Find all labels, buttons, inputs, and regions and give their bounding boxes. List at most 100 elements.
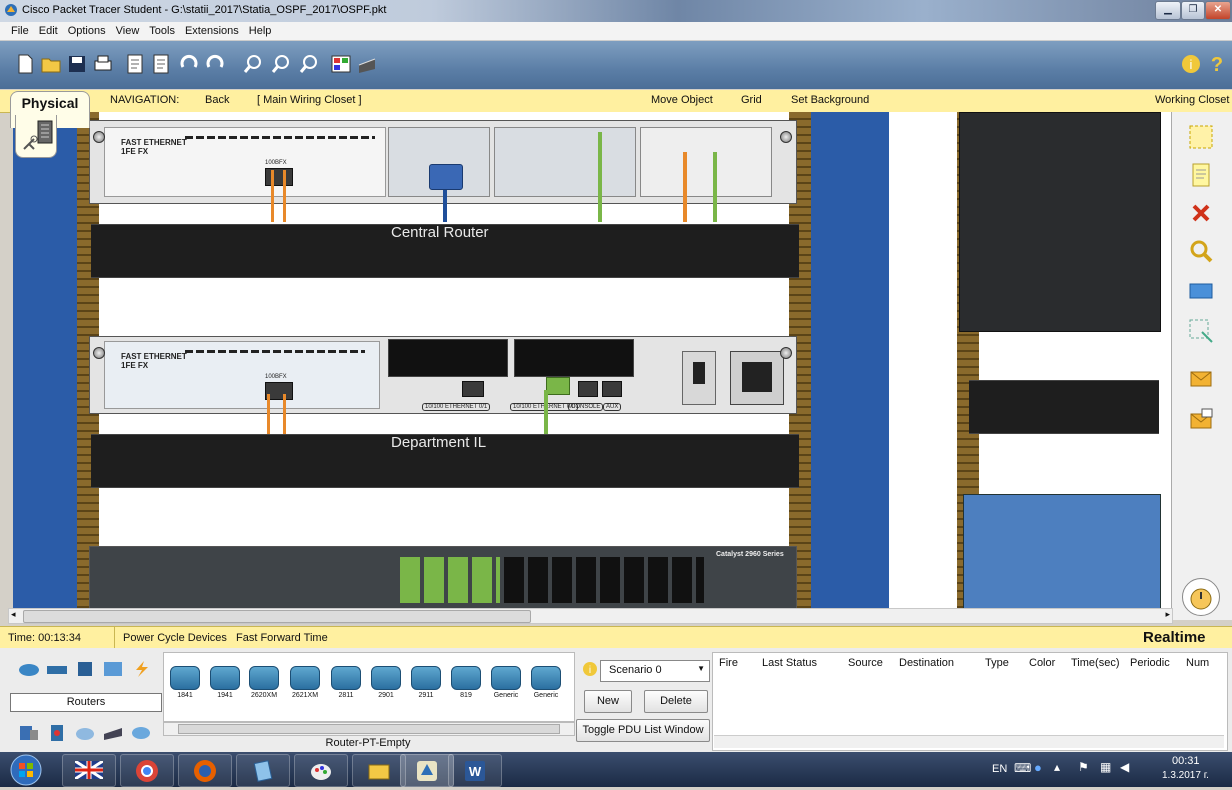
minimize-button[interactable]: ▁ xyxy=(1155,1,1181,20)
custom-devices-category-icon[interactable] xyxy=(102,724,124,742)
activity-wizard-2-icon[interactable] xyxy=(150,53,172,75)
delete-scenario-button[interactable]: Delete xyxy=(644,690,708,713)
taskbar-documents[interactable] xyxy=(236,754,290,787)
routers-category-icon[interactable] xyxy=(18,660,40,678)
menu-view[interactable]: View xyxy=(111,22,145,40)
working-closet-button[interactable]: Working Closet xyxy=(1155,94,1229,106)
language-indicator[interactable]: EN xyxy=(992,763,1007,775)
model-1941[interactable]: 1941 xyxy=(210,666,240,706)
model-list-scrollbar[interactable] xyxy=(163,722,575,736)
draw-shape-icon[interactable] xyxy=(1188,278,1214,304)
end-devices-category-icon[interactable] xyxy=(18,724,40,742)
zoom-in-icon[interactable] xyxy=(242,53,264,75)
print-icon[interactable] xyxy=(92,53,114,75)
power-cycle-button[interactable]: Power Cycle Devices xyxy=(123,632,227,644)
location-breadcrumb[interactable]: [ Main Wiring Closet ] xyxy=(257,94,362,106)
simulation-mode-button[interactable] xyxy=(1182,578,1220,616)
note-icon[interactable] xyxy=(1188,162,1214,188)
column-source[interactable]: Source xyxy=(848,657,883,669)
model-1841[interactable]: 1841 xyxy=(170,666,200,706)
taskbar-word[interactable]: W xyxy=(448,754,502,787)
column-destination[interactable]: Destination xyxy=(899,657,954,669)
rack-navigation-button[interactable] xyxy=(15,115,57,158)
zoom-reset-icon[interactable] xyxy=(270,53,292,75)
realtime-mode-label[interactable]: Realtime xyxy=(1143,629,1206,646)
back-link[interactable]: Back xyxy=(205,94,229,106)
toggle-pdu-list-button[interactable]: Toggle PDU List Window xyxy=(576,719,710,742)
fiber-port[interactable] xyxy=(265,168,293,186)
scroll-left-icon[interactable]: ◂ xyxy=(11,609,16,620)
redo-icon[interactable] xyxy=(204,53,226,75)
taskbar-file-explorer[interactable] xyxy=(352,754,406,787)
physical-workspace[interactable]: FAST ETHERNET 1FE FX 100BFX Central Rout… xyxy=(13,112,1171,608)
aux-port[interactable] xyxy=(602,381,622,397)
activity-wizard-icon[interactable] xyxy=(124,53,146,75)
device-label-department-il[interactable]: Department IL xyxy=(391,434,486,451)
model-2901[interactable]: 2901 xyxy=(371,666,401,706)
scrollbar-thumb[interactable] xyxy=(23,610,531,623)
help-icon[interactable]: ? xyxy=(1206,53,1228,75)
menu-file[interactable]: File xyxy=(6,22,34,40)
open-folder-icon[interactable] xyxy=(40,53,62,75)
switches-category-icon[interactable] xyxy=(46,660,68,678)
action-center-icon[interactable]: ⚑ xyxy=(1078,760,1089,774)
new-scenario-button[interactable]: New xyxy=(584,690,632,713)
zoom-out-icon[interactable] xyxy=(298,53,320,75)
model-2911[interactable]: 2911 xyxy=(411,666,441,706)
model-2620xm[interactable]: 2620XM xyxy=(249,666,279,706)
department-il-chassis[interactable]: FAST ETHERNET 1FE FX 100BFX 10/100 ETHER… xyxy=(89,336,797,414)
wan-emulation-category-icon[interactable] xyxy=(74,724,96,742)
taskbar-paint[interactable] xyxy=(294,754,348,787)
server-device[interactable] xyxy=(959,112,1161,332)
menu-extensions[interactable]: Extensions xyxy=(180,22,244,40)
menu-tools[interactable]: Tools xyxy=(144,22,180,40)
resize-icon[interactable] xyxy=(1188,318,1214,344)
clock-time[interactable]: 00:31 xyxy=(1172,755,1200,767)
column-time[interactable]: Time(sec) xyxy=(1071,657,1119,669)
column-fire[interactable]: Fire xyxy=(719,657,738,669)
custom-device-icon[interactable] xyxy=(356,53,378,75)
keyboard-icon[interactable]: ⌨ xyxy=(1014,761,1031,775)
horizontal-scrollbar[interactable]: ◂ ▸ xyxy=(8,608,1173,624)
menu-help[interactable]: Help xyxy=(244,22,277,40)
info-icon[interactable]: i xyxy=(1180,53,1202,75)
column-color[interactable]: Color xyxy=(1029,657,1055,669)
maximize-button[interactable]: ❐ xyxy=(1181,1,1205,20)
clock-date[interactable]: 1.3.2017 г. xyxy=(1162,770,1209,781)
wireless-category-icon[interactable] xyxy=(102,660,124,678)
scenario-select[interactable]: Scenario 0 ▼ xyxy=(600,660,710,682)
add-simple-pdu-icon[interactable] xyxy=(1188,366,1214,392)
column-last-status[interactable]: Last Status xyxy=(762,657,817,669)
menu-edit[interactable]: Edit xyxy=(34,22,63,40)
hubs-category-icon[interactable] xyxy=(74,660,96,678)
grid-button[interactable]: Grid xyxy=(741,94,762,106)
fast-forward-button[interactable]: Fast Forward Time xyxy=(236,632,328,644)
model-generic-2[interactable]: Generic xyxy=(531,666,561,706)
column-num[interactable]: Num xyxy=(1186,657,1209,669)
security-category-icon[interactable] xyxy=(46,724,68,742)
drawing-palette-icon[interactable] xyxy=(330,53,352,75)
set-background-button[interactable]: Set Background xyxy=(791,94,869,106)
menu-options[interactable]: Options xyxy=(63,22,111,40)
taskbar-language-flag[interactable] xyxy=(62,754,116,787)
undo-icon[interactable] xyxy=(178,53,200,75)
network-icon[interactable]: ▦ xyxy=(1100,760,1111,774)
power-switch[interactable] xyxy=(682,351,716,405)
column-periodic[interactable]: Periodic xyxy=(1130,657,1170,669)
connections-category-icon[interactable] xyxy=(130,660,152,678)
switch-module-device[interactable] xyxy=(963,494,1161,608)
select-icon[interactable] xyxy=(1188,124,1214,150)
device-label-central-router[interactable]: Central Router xyxy=(391,224,489,241)
close-button[interactable]: ✕ xyxy=(1205,1,1231,20)
show-hidden-icons-icon[interactable]: ▴ xyxy=(1054,760,1060,774)
pdu-list-scrollbar[interactable] xyxy=(714,735,1224,748)
delete-icon[interactable] xyxy=(1188,200,1214,226)
move-object-button[interactable]: Move Object xyxy=(651,94,713,106)
switch-ports[interactable] xyxy=(504,557,704,603)
volume-icon[interactable]: ◀ xyxy=(1120,760,1129,774)
inspect-icon[interactable] xyxy=(1188,238,1214,264)
add-complex-pdu-icon[interactable] xyxy=(1188,408,1214,434)
model-generic[interactable]: Generic xyxy=(491,666,521,706)
help-tray-icon[interactable]: ● xyxy=(1034,760,1042,775)
scenario-info-icon[interactable]: i xyxy=(582,661,598,677)
